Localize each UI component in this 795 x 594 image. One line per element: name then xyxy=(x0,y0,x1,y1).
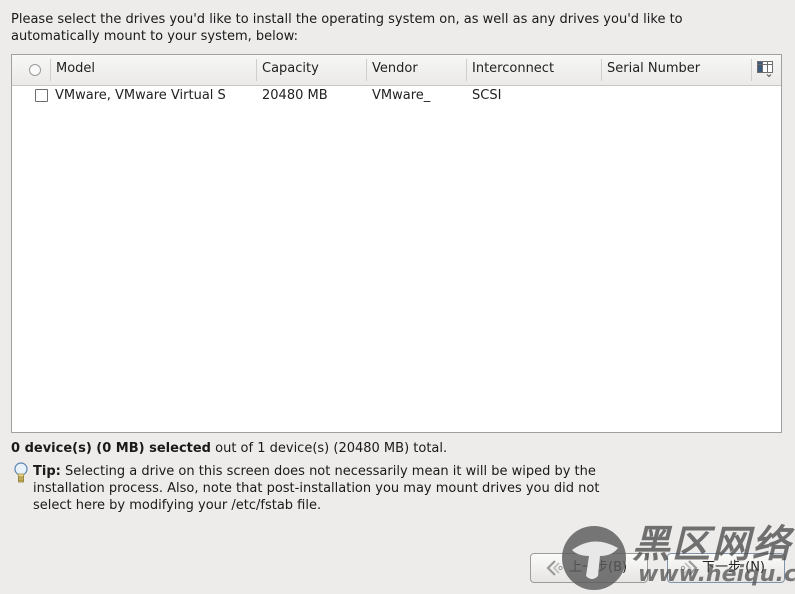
table-row[interactable]: VMware, VMware Virtual S 20480 MB VMware… xyxy=(12,86,781,108)
back-button[interactable]: 上一步(B) xyxy=(530,553,648,583)
column-chooser-icon[interactable] xyxy=(757,61,773,78)
selection-summary: 0 device(s) (0 MB) selected out of 1 dev… xyxy=(11,440,447,457)
lightbulb-icon xyxy=(14,462,28,483)
next-button[interactable]: 下一步 (N) xyxy=(667,553,785,583)
back-button-label: 上一步(B) xyxy=(569,560,628,575)
forward-arrow-icon xyxy=(680,560,698,576)
column-separator xyxy=(751,59,752,81)
select-all-radio-icon[interactable] xyxy=(29,64,41,76)
table-header: Model Capacity Vendor Interconnect Seria… xyxy=(12,55,781,86)
cell-capacity: 20480 MB xyxy=(262,88,328,103)
back-arrow-icon xyxy=(546,560,563,576)
selection-total: out of 1 device(s) (20480 MB) total. xyxy=(211,441,448,456)
instructions-text: Please select the drives you'd like to i… xyxy=(11,12,683,44)
cell-model: VMware, VMware Virtual S xyxy=(55,88,226,103)
column-header-vendor[interactable]: Vendor xyxy=(366,55,466,85)
tip-text: Tip: Selecting a drive on this screen do… xyxy=(33,463,633,514)
column-header-model[interactable]: Model xyxy=(50,55,256,85)
next-button-label: 下一步 (N) xyxy=(702,560,766,575)
selection-count: 0 device(s) (0 MB) selected xyxy=(11,441,211,456)
drive-checkbox[interactable] xyxy=(35,89,48,102)
column-header-interconnect[interactable]: Interconnect xyxy=(466,55,601,85)
cell-interconnect: SCSI xyxy=(472,88,502,103)
tip-body: Selecting a drive on this screen does no… xyxy=(33,464,600,513)
tip-label: Tip: xyxy=(33,464,61,479)
column-header-serial-number[interactable]: Serial Number xyxy=(601,55,751,85)
drives-table: Model Capacity Vendor Interconnect Seria… xyxy=(11,54,782,433)
cell-vendor: VMware_ xyxy=(372,88,431,103)
column-header-capacity[interactable]: Capacity xyxy=(256,55,366,85)
